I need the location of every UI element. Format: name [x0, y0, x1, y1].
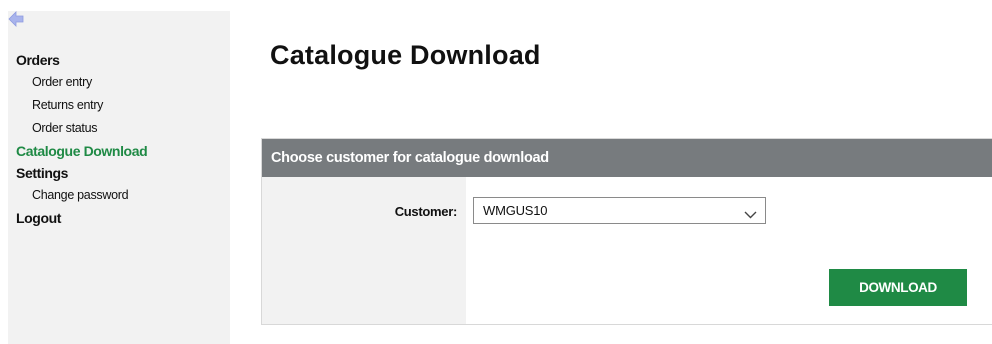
sidebar-item-order-entry[interactable]: Order entry [16, 71, 147, 94]
sidebar-item-change-password[interactable]: Change password [16, 184, 147, 207]
sidebar-item-logout[interactable]: Logout [16, 207, 147, 229]
download-button[interactable]: DOWNLOAD [829, 269, 967, 306]
sidebar-item-orders[interactable]: Orders [16, 49, 147, 71]
sidebar-item-catalogue-download[interactable]: Catalogue Download [16, 140, 148, 162]
sidebar-item-returns-entry[interactable]: Returns entry [16, 94, 147, 117]
panel-label-column: Customer: [262, 177, 466, 324]
back-arrow-icon[interactable] [8, 11, 24, 27]
customer-panel: Choose customer for catalogue download C… [261, 138, 992, 325]
sidebar-item-order-status[interactable]: Order status [16, 117, 147, 140]
customer-label: Customer: [394, 204, 458, 219]
customer-select[interactable]: WMGUS10 [473, 197, 766, 224]
page-title: Catalogue Download [270, 40, 541, 70]
sidebar: Orders Order entry Returns entry Order s… [8, 11, 230, 344]
customer-select-value: WMGUS10 [483, 203, 548, 218]
sidebar-nav: Orders Order entry Returns entry Order s… [16, 49, 148, 229]
sidebar-item-settings[interactable]: Settings [16, 162, 147, 184]
panel-header: Choose customer for catalogue download [262, 139, 992, 177]
chevron-down-icon [744, 206, 757, 224]
